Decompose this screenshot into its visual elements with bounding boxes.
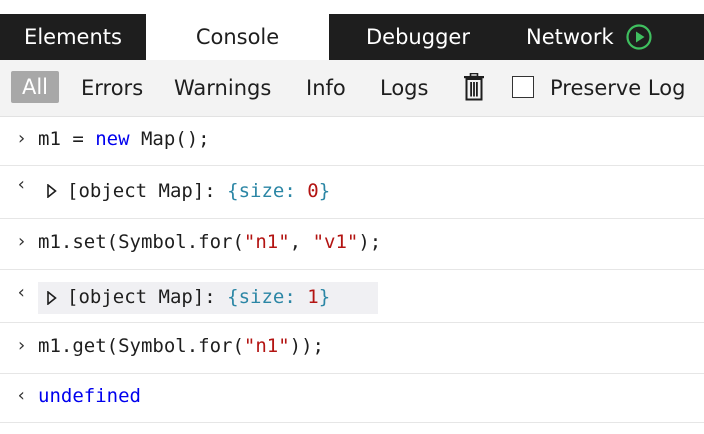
object-preview[interactable]: [object Map]: {size: 1} (67, 286, 330, 308)
input-prompt-icon: › (16, 128, 27, 149)
tab-elements[interactable]: Elements (0, 14, 146, 60)
console-output-row: ‹ [object Map]: {size: 0} (0, 166, 704, 219)
input-prompt-icon: › (16, 231, 27, 252)
console-input-row: › m1.set(Symbol.for("n1", "v1"); (0, 219, 704, 270)
preserve-log-checkbox[interactable] (512, 76, 534, 98)
expand-triangle-icon[interactable] (47, 291, 57, 305)
preserve-log-label[interactable]: Preserve Log (550, 60, 685, 116)
output-prompt-icon: ‹ (16, 282, 27, 303)
console-input-row: › m1.get(Symbol.for("n1")); (0, 323, 704, 374)
devtools-tab-bar: Elements Console Debugger Network (0, 14, 704, 60)
console-output-row: ‹ undefined (0, 374, 704, 423)
console-input-text[interactable]: m1 = new Map(); (38, 128, 210, 150)
console-output-row: ‹ [object Map]: {size: 1} (0, 270, 704, 323)
console-input-text[interactable]: m1.set(Symbol.for("n1", "v1"); (38, 231, 381, 253)
filter-info-button[interactable]: Info (306, 60, 346, 116)
expand-triangle-icon[interactable] (47, 184, 57, 198)
filter-warnings-button[interactable]: Warnings (174, 60, 271, 116)
tab-debugger[interactable]: Debugger (329, 14, 507, 60)
object-preview[interactable]: [object Map]: {size: 0} (67, 180, 330, 202)
output-prompt-icon: ‹ (16, 174, 27, 195)
filter-all-button[interactable]: All (11, 71, 59, 103)
output-prompt-icon: ‹ (16, 385, 27, 406)
console-input-row: › m1 = new Map(); (0, 116, 704, 166)
filter-logs-button[interactable]: Logs (380, 60, 428, 116)
filter-errors-button[interactable]: Errors (81, 60, 143, 116)
tab-network[interactable]: Network (507, 14, 704, 60)
tab-console[interactable]: Console (146, 14, 329, 60)
console-output-value: undefined (38, 385, 141, 407)
input-prompt-icon: › (16, 335, 27, 356)
clear-console-trash-icon[interactable] (463, 73, 485, 101)
play-icon[interactable] (625, 23, 653, 51)
console-input-text[interactable]: m1.get(Symbol.for("n1")); (38, 335, 324, 357)
